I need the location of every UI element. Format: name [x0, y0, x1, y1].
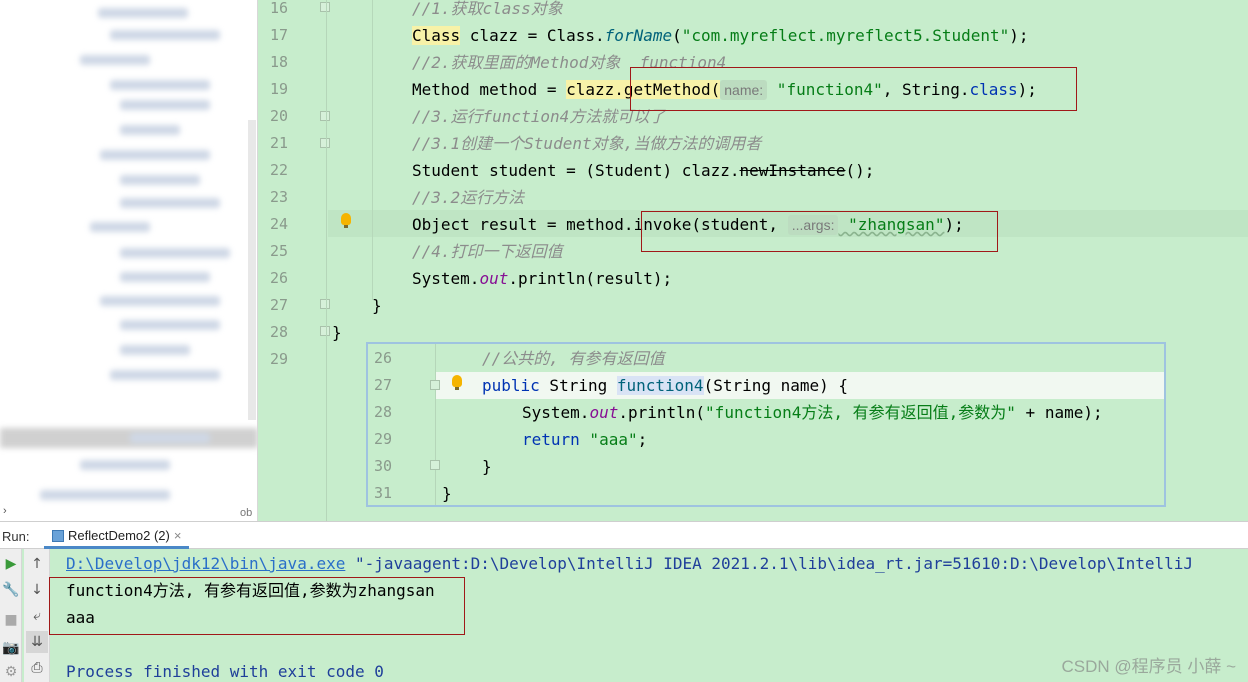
line-number: 23	[269, 188, 288, 206]
fold-marker-icon[interactable]	[430, 460, 440, 470]
code-line-16: //1.获取class对象	[412, 0, 563, 18]
annotation-box-invoke	[641, 211, 998, 252]
popup-code-line-27: public String function4(String name) {	[482, 376, 849, 395]
code-line-26: System.out.println(result);	[412, 269, 673, 288]
fold-marker-icon[interactable]	[430, 380, 440, 390]
popup-code-line-29: return "aaa";	[522, 430, 648, 449]
run-tool-header: Run: ReflectDemo2 (2) ×	[0, 521, 1248, 549]
fold-marker-icon[interactable]	[320, 2, 330, 12]
line-number: 28	[269, 323, 288, 341]
indent-guide	[372, 0, 373, 300]
line-number: 18	[269, 53, 288, 71]
code-line-28: }	[332, 323, 342, 342]
line-number: 24	[269, 215, 288, 233]
line-number: 31	[373, 484, 392, 502]
annotation-box-output	[49, 577, 465, 635]
scroll-to-end-icon[interactable]: ⇊	[26, 631, 48, 653]
run-tab-label: ReflectDemo2 (2)	[68, 528, 170, 543]
line-number: 30	[373, 457, 392, 475]
popup-gutter: 26 27 28 29 30 31	[368, 344, 440, 505]
stop-icon[interactable]: ■	[0, 609, 22, 631]
line-number: 29	[269, 350, 288, 368]
line-number: 20	[269, 107, 288, 125]
truncated-label: ob	[240, 507, 253, 519]
watermark: CSDN @程序员 小薛 ~	[1061, 657, 1236, 676]
project-panel[interactable]: › ob	[0, 0, 258, 521]
run-tab-reflectdemo2[interactable]: ReflectDemo2 (2) ×	[44, 525, 190, 549]
rerun-icon[interactable]: ▶	[0, 553, 22, 575]
code-line-22: Student student = (Student) clazz.newIns…	[412, 161, 875, 180]
popup-code-line-31: }	[442, 484, 452, 503]
line-number: 22	[269, 161, 288, 179]
project-tree-blurred	[0, 0, 257, 521]
line-number: 27	[269, 296, 288, 314]
line-number: 16	[269, 0, 288, 17]
fold-marker-icon[interactable]	[320, 111, 330, 121]
line-number: 21	[269, 134, 288, 152]
java-exe-link[interactable]: D:\Develop\jdk12\bin\java.exe	[66, 554, 345, 573]
run-config-icon	[52, 530, 64, 542]
wrench-icon[interactable]: 🔧	[0, 579, 22, 601]
popup-code-line-30: }	[482, 457, 492, 476]
code-line-27: }	[372, 296, 382, 315]
popup-code-line-26: //公共的, 有参有返回值	[482, 349, 665, 368]
run-toolbar-secondary: ↑ ↓ ⤶ ⇊ ⎙	[24, 549, 50, 682]
print-icon[interactable]: ⎙	[26, 657, 48, 679]
lightbulb-icon[interactable]	[341, 213, 351, 228]
code-line-17: Class clazz = Class.forName("com.myrefle…	[412, 26, 1029, 45]
code-line-20: //3.运行function4方法就可以了	[412, 107, 666, 126]
line-number: 26	[269, 269, 288, 287]
line-number: 17	[269, 26, 288, 44]
project-scrollbar[interactable]	[248, 120, 256, 420]
arrow-down-icon[interactable]: ↓	[26, 579, 48, 601]
run-label: Run:	[2, 529, 30, 544]
line-number: 25	[269, 242, 288, 260]
arrow-up-icon[interactable]: ↑	[26, 553, 48, 575]
lightbulb-icon[interactable]	[452, 375, 462, 390]
camera-icon[interactable]: 📷	[0, 637, 22, 659]
code-line-21: //3.1创建一个Student对象,当做方法的调用者	[412, 134, 762, 153]
definition-preview-popup[interactable]: 26 27 28 29 30 31 //公共的, 有参有返回值 public S…	[366, 342, 1166, 507]
chevron-right-icon[interactable]: ›	[3, 505, 7, 517]
line-number: 28	[373, 403, 392, 421]
annotation-box-getmethod	[630, 67, 1077, 111]
console-exit-line: Process finished with exit code 0	[66, 662, 384, 681]
line-number: 29	[373, 430, 392, 448]
popup-code-line-28: System.out.println("function4方法, 有参有返回值,…	[522, 403, 1103, 422]
close-icon[interactable]: ×	[174, 528, 182, 543]
code-line-25: //4.打印一下返回值	[412, 242, 563, 261]
run-toolbar-primary: ▶ 🔧 ■ 📷 ⚙	[0, 549, 22, 682]
line-number: 19	[269, 80, 288, 98]
console-command-line: D:\Develop\jdk12\bin\java.exe "-javaagen…	[66, 554, 1203, 573]
gutter-separator	[326, 0, 327, 521]
fold-marker-icon[interactable]	[320, 138, 330, 148]
soft-wrap-icon[interactable]: ⤶	[26, 605, 48, 627]
code-line-23: //3.2运行方法	[412, 188, 525, 207]
line-number: 27	[373, 376, 392, 394]
settings-icon[interactable]: ⚙	[0, 661, 22, 682]
line-number: 26	[373, 349, 392, 367]
fold-marker-icon[interactable]	[320, 326, 330, 336]
editor-gutter: 16 17 18 19 20 21 22 23 24 25 26 27 28 2…	[258, 0, 330, 521]
fold-marker-icon[interactable]	[320, 299, 330, 309]
